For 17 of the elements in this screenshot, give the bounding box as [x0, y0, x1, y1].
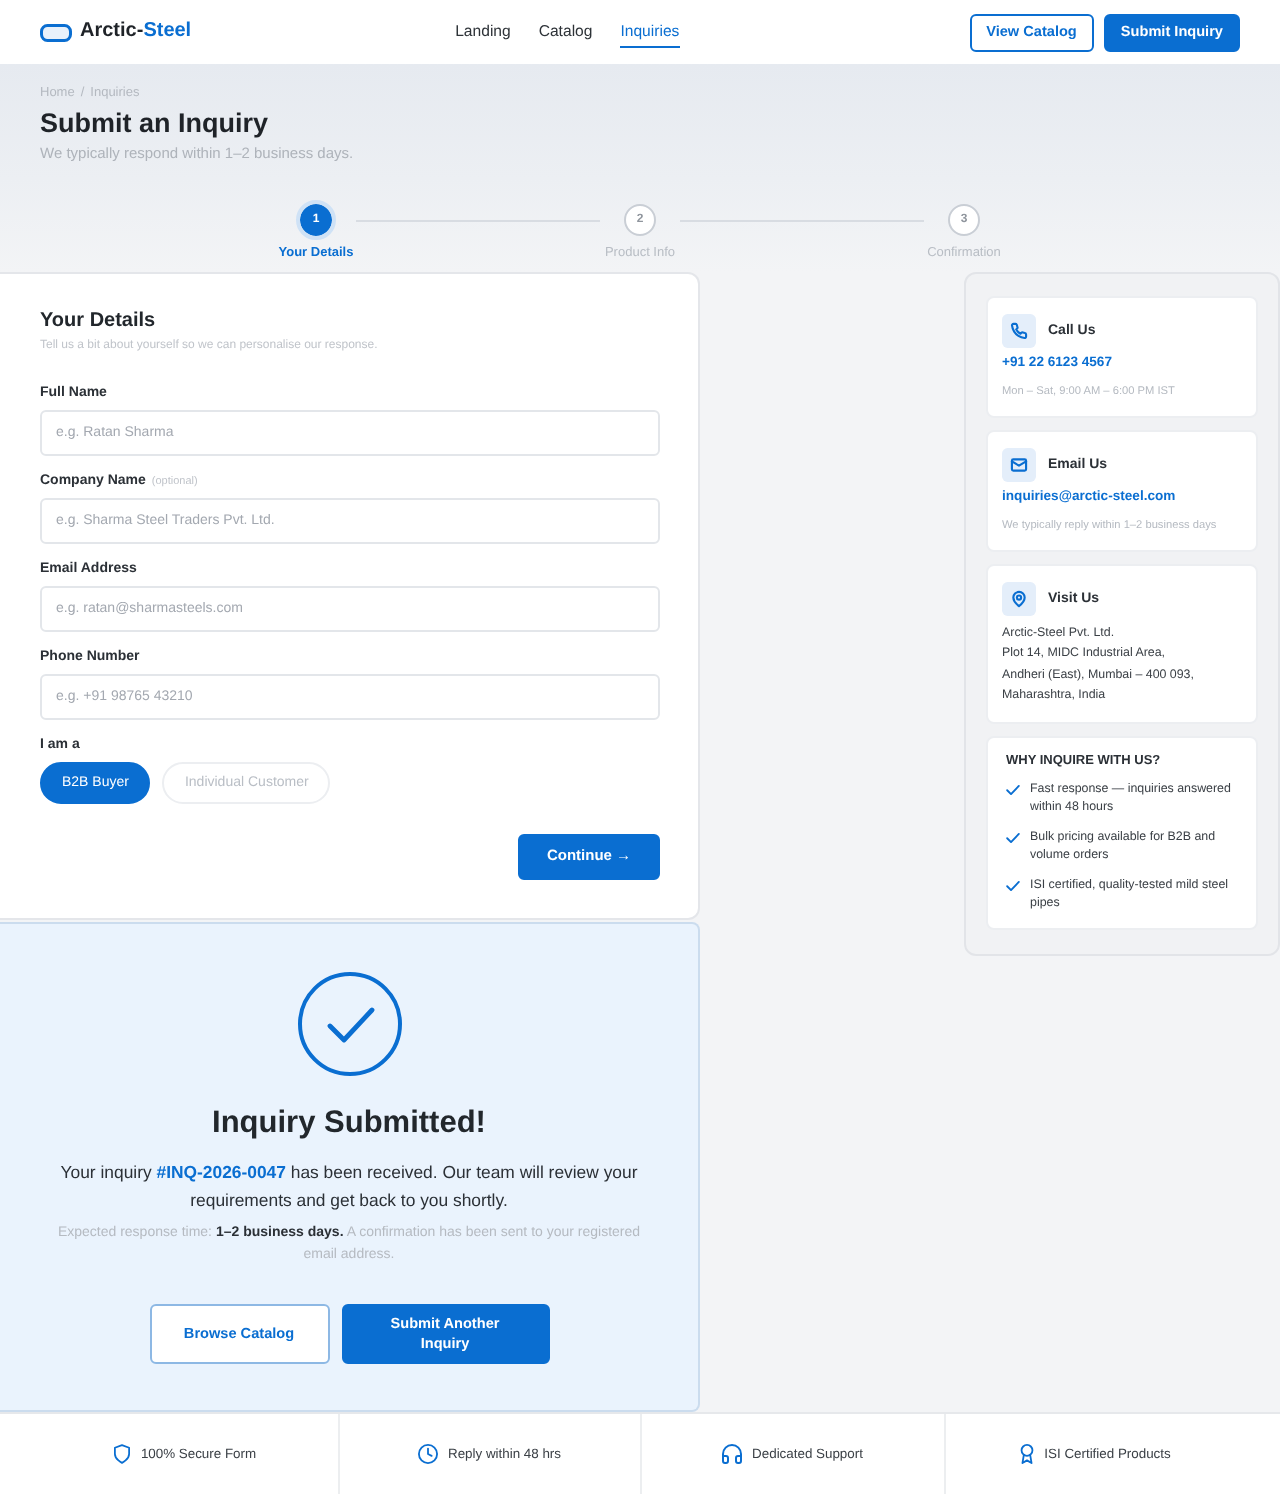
award-ribbon-icon: [1020, 1444, 1035, 1464]
check-icon: [1006, 879, 1020, 892]
phone-icon: [1002, 314, 1036, 348]
page-title: Submit an Inquiry: [40, 108, 271, 140]
clock-icon: [418, 1444, 438, 1464]
location-pin-icon: [1002, 582, 1036, 616]
check-icon: [1006, 831, 1020, 844]
envelope-icon: [1002, 448, 1036, 482]
check-circle-icon: [297, 971, 401, 1075]
headset-icon: [722, 1444, 743, 1464]
check-icon: [1006, 783, 1020, 796]
shield-icon: [114, 1444, 131, 1464]
success-message: Your inquiry #INQ-2026-0047 has been received. Our team will review your requirements and get back to you shortly.: [58, 1159, 640, 1213]
logo-text[interactable]: Arctic-Steel: [80, 20, 192, 44]
form-title: Your Details: [40, 308, 158, 334]
logo-icon: [40, 23, 72, 41]
success-title: Inquiry Submitted!: [212, 1104, 486, 1142]
